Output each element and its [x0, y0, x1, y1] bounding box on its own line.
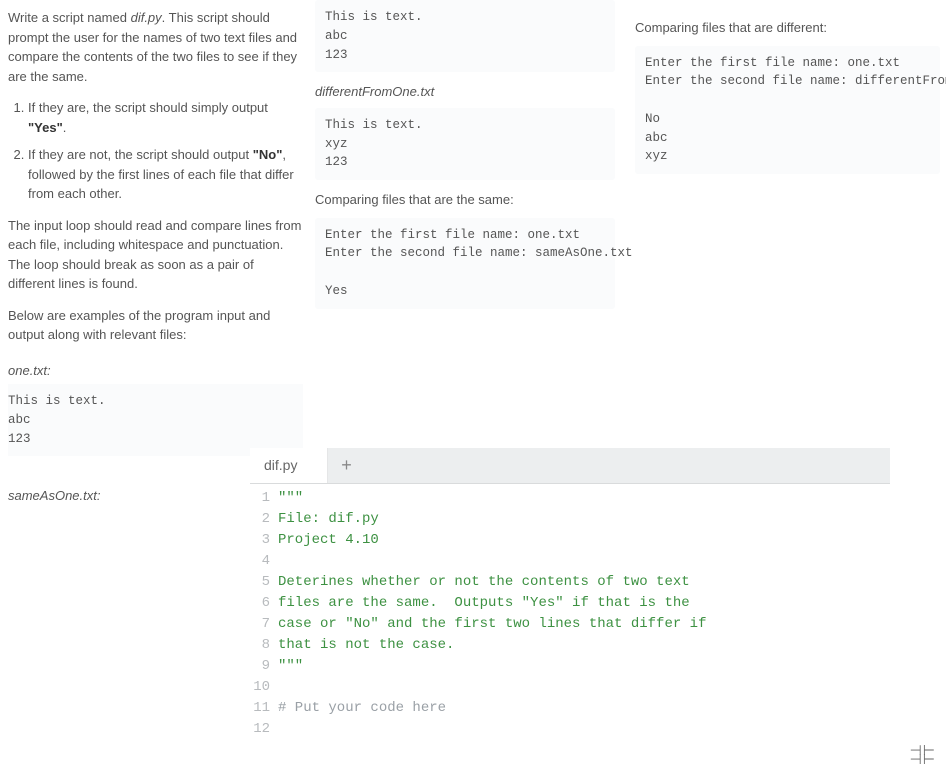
bold-text: "No": [253, 147, 283, 162]
sameasone-content: This is text. abc 123: [315, 0, 615, 72]
same-compare-output: Enter the first file name: one.txt Enter…: [315, 218, 615, 309]
add-tab-button[interactable]: +: [328, 448, 364, 483]
fullscreen-collapse-icon[interactable]: ⊣⊢⊣⊢: [910, 748, 936, 766]
line-number: 2: [250, 509, 278, 530]
code-line[interactable]: 6files are the same. Outputs "Yes" if th…: [250, 593, 890, 614]
code-text[interactable]: that is not the case.: [278, 635, 454, 656]
line-number: 3: [250, 530, 278, 551]
code-line[interactable]: 1""": [250, 488, 890, 509]
code-text[interactable]: Deterines whether or not the contents of…: [278, 572, 690, 593]
line-number: 5: [250, 572, 278, 593]
differentfromone-content: This is text. xyz 123: [315, 108, 615, 180]
text: .: [63, 120, 67, 135]
paragraph: Below are examples of the program input …: [8, 306, 303, 345]
text: If they are not, the script should outpu…: [28, 147, 253, 162]
same-compare-heading: Comparing files that are the same:: [315, 190, 615, 210]
line-number: 9: [250, 656, 278, 677]
diff-compare-heading: Comparing files that are different:: [635, 18, 940, 38]
list-item: If they are not, the script should outpu…: [28, 145, 303, 204]
text: If they are, the script should simply ou…: [28, 100, 268, 115]
line-number: 4: [250, 551, 278, 572]
line-number: 11: [250, 698, 278, 719]
code-text[interactable]: """: [278, 656, 303, 677]
code-text[interactable]: files are the same. Outputs "Yes" if tha…: [278, 593, 690, 614]
plus-icon: +: [341, 452, 352, 479]
paragraph: The input loop should read and compare l…: [8, 216, 303, 294]
code-line[interactable]: 12: [250, 719, 890, 740]
line-number: 10: [250, 677, 278, 698]
code-line[interactable]: 2File: dif.py: [250, 509, 890, 530]
file-content-one: This is text. abc 123: [8, 384, 303, 456]
tab-label: dif.py: [264, 455, 297, 476]
intro-paragraph: Write a script named dif.py. This script…: [8, 8, 303, 86]
code-line[interactable]: 10: [250, 677, 890, 698]
code-line[interactable]: 3Project 4.10: [250, 530, 890, 551]
line-number: 8: [250, 635, 278, 656]
file-label-one: one.txt:: [8, 361, 303, 381]
line-number: 12: [250, 719, 278, 740]
code-text[interactable]: File: dif.py: [278, 509, 379, 530]
script-name: dif.py: [131, 10, 162, 25]
code-area[interactable]: 1"""2File: dif.py3Project 4.1045Deterine…: [250, 484, 890, 744]
code-line[interactable]: 4: [250, 551, 890, 572]
requirements-list: If they are, the script should simply ou…: [8, 98, 303, 204]
text: Write a script named: [8, 10, 131, 25]
instructions-panel: Write a script named dif.py. This script…: [8, 8, 303, 506]
diff-compare-output: Enter the first file name: one.txt Enter…: [635, 46, 940, 175]
line-number: 6: [250, 593, 278, 614]
examples-column-2: Comparing files that are different: Ente…: [635, 0, 940, 184]
code-text[interactable]: case or "No" and the first two lines tha…: [278, 614, 706, 635]
bold-text: "Yes": [28, 120, 63, 135]
code-text[interactable]: # Put your code here: [278, 698, 446, 719]
code-line[interactable]: 8that is not the case.: [250, 635, 890, 656]
list-item: If they are, the script should simply ou…: [28, 98, 303, 137]
code-editor: dif.py + 1"""2File: dif.py3Project 4.104…: [250, 448, 890, 744]
line-number: 1: [250, 488, 278, 509]
code-line[interactable]: 7case or "No" and the first two lines th…: [250, 614, 890, 635]
code-text[interactable]: Project 4.10: [278, 530, 379, 551]
code-line[interactable]: 5Deterines whether or not the contents o…: [250, 572, 890, 593]
code-line[interactable]: 11# Put your code here: [250, 698, 890, 719]
code-line[interactable]: 9""": [250, 656, 890, 677]
file-label-differentfromone: differentFromOne.txt: [315, 82, 615, 102]
editor-tabbar: dif.py +: [250, 448, 890, 484]
examples-column-1: This is text. abc 123 differentFromOne.t…: [315, 0, 615, 319]
code-text[interactable]: """: [278, 488, 303, 509]
line-number: 7: [250, 614, 278, 635]
editor-tab-difpy[interactable]: dif.py: [250, 448, 328, 483]
